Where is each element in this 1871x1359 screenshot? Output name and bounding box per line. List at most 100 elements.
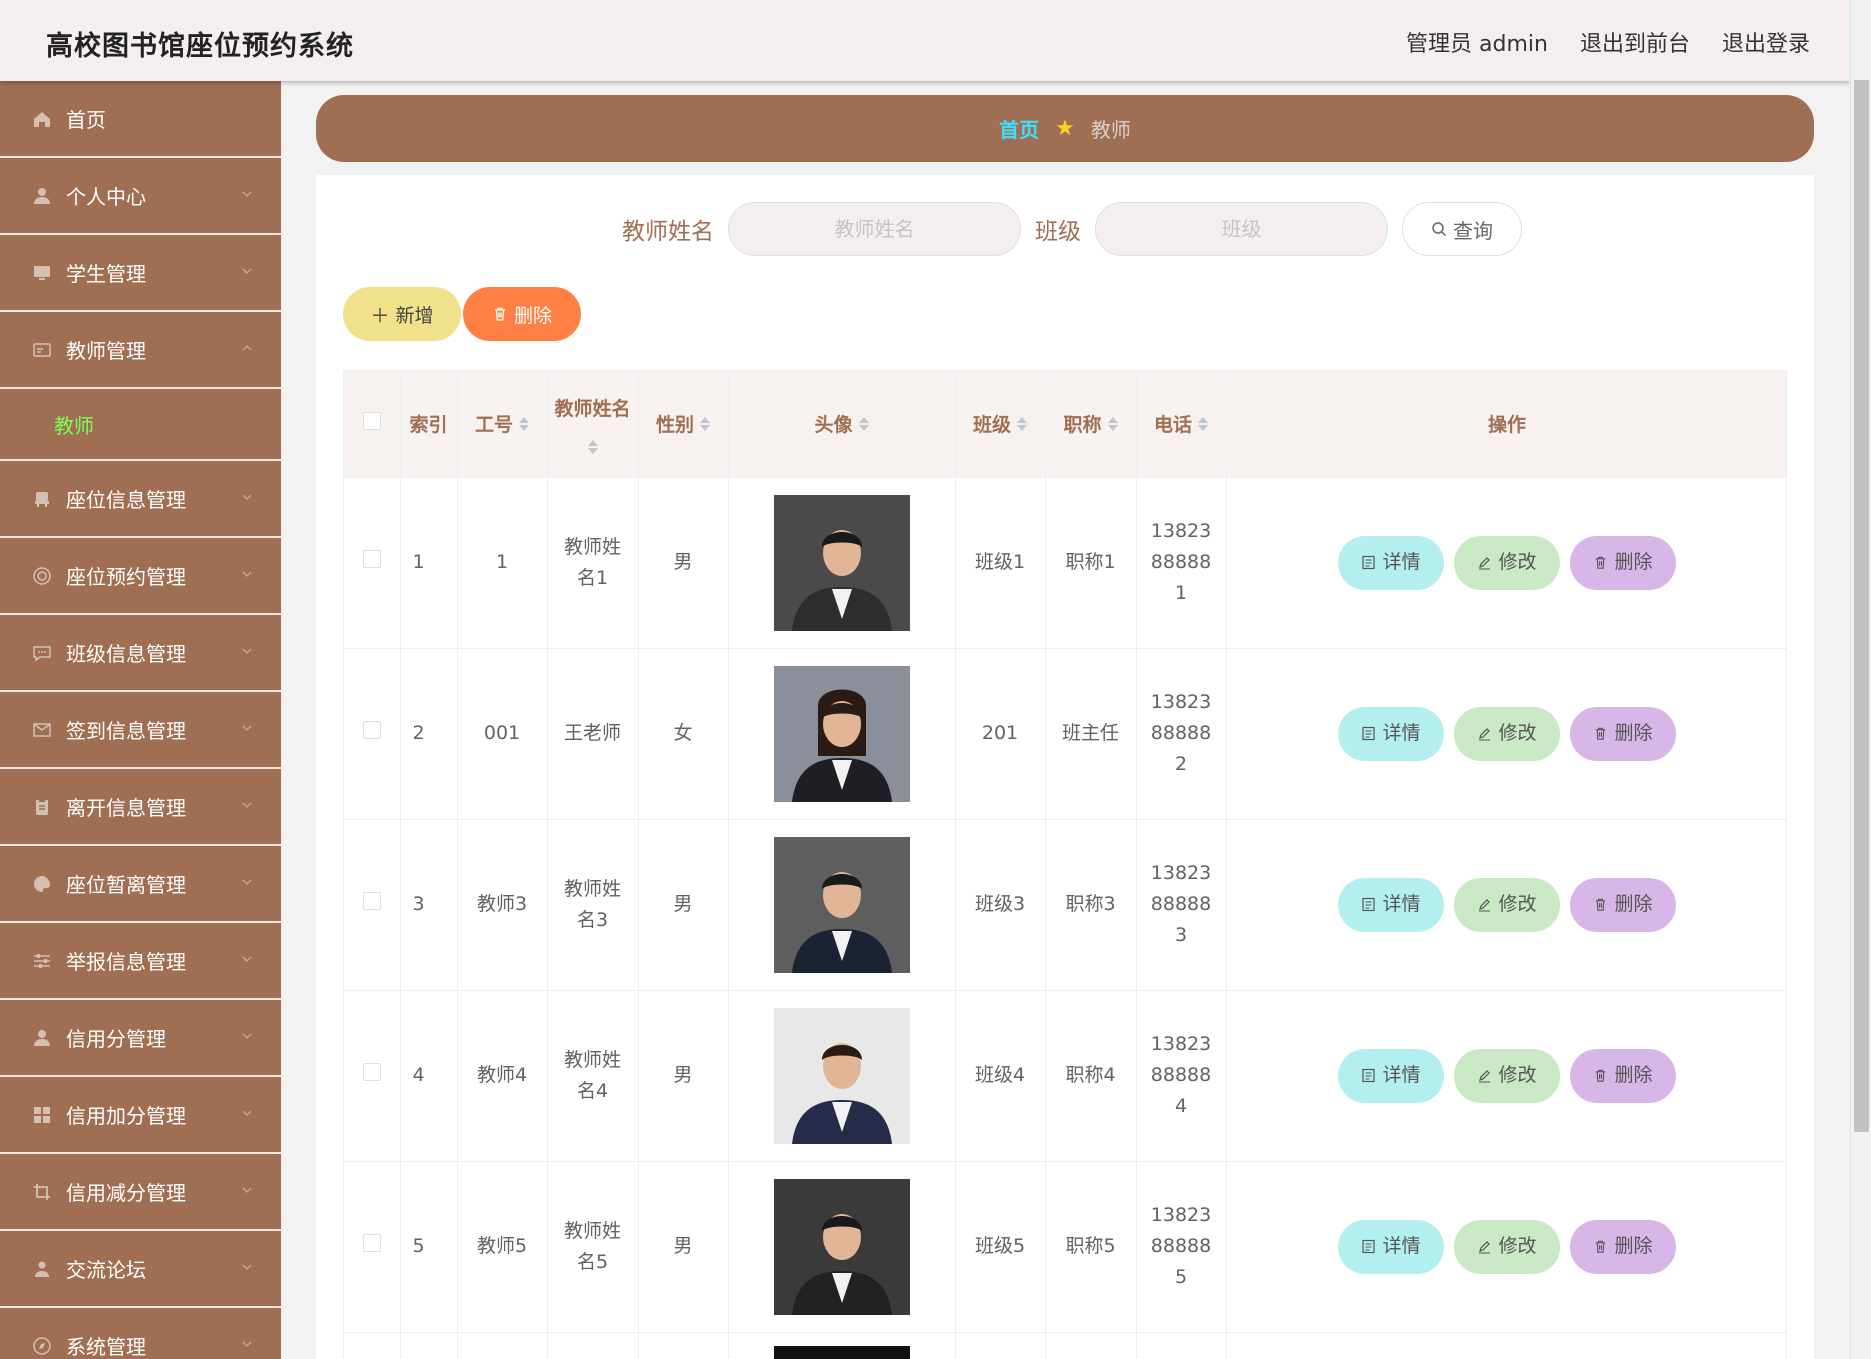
trash-icon bbox=[1596, 898, 1606, 911]
cell-avatar bbox=[728, 648, 956, 820]
delete-button[interactable]: 删除 bbox=[1570, 535, 1676, 590]
add-button-label: 新增 bbox=[395, 304, 434, 327]
sort-icon[interactable] bbox=[1017, 416, 1027, 431]
col-gender[interactable]: 性别 bbox=[638, 371, 729, 478]
avatar bbox=[728, 1332, 956, 1359]
cell-actions: 详情 修改 删除 bbox=[1226, 819, 1786, 991]
user-icon bbox=[32, 186, 52, 206]
sort-icon[interactable] bbox=[700, 416, 710, 431]
delete-button[interactable]: 删除 bbox=[1570, 706, 1676, 761]
sidebar-item-12[interactable]: 信用加分管理 bbox=[0, 1077, 281, 1154]
sidebar-item-14[interactable]: 交流论坛 bbox=[0, 1231, 281, 1308]
sliders-icon bbox=[32, 951, 52, 971]
class-input[interactable] bbox=[1095, 202, 1388, 256]
sidebar-item-0[interactable]: 首页 bbox=[0, 81, 281, 158]
row-select-cell bbox=[344, 648, 401, 820]
chevron-down-icon bbox=[242, 648, 252, 654]
row-checkbox[interactable] bbox=[362, 721, 381, 739]
cell-index: 1 bbox=[400, 477, 458, 649]
detail-button[interactable]: 详情 bbox=[1338, 535, 1444, 590]
sidebar-item-10[interactable]: 举报信息管理 bbox=[0, 923, 281, 1000]
delete-button[interactable]: 删除 bbox=[1570, 1048, 1676, 1103]
app-title: 高校图书馆座位预约系统 bbox=[46, 31, 354, 62]
header-nav: 管理员 admin 退出到前台 退出登录 bbox=[1406, 26, 1810, 58]
sidebar-item-9[interactable]: 座位暂离管理 bbox=[0, 846, 281, 923]
grid-icon bbox=[32, 1105, 52, 1125]
edit-button[interactable]: 修改 bbox=[1454, 1219, 1560, 1274]
content-panel: 教师姓名 班级 查询 ＋ 新增 删除 bbox=[316, 175, 1814, 1359]
sort-icon[interactable] bbox=[519, 416, 529, 431]
teacher-name-input[interactable] bbox=[728, 202, 1021, 256]
detail-button[interactable]: 详情 bbox=[1338, 706, 1444, 761]
row-checkbox[interactable] bbox=[362, 1063, 381, 1081]
avatar bbox=[773, 1178, 910, 1315]
sidebar-item-4[interactable]: 座位信息管理 bbox=[0, 461, 281, 538]
col-id[interactable]: 工号 bbox=[457, 371, 548, 478]
col-phone[interactable]: 电话 bbox=[1136, 371, 1227, 478]
sidebar-item-label: 交流论坛 bbox=[66, 1258, 146, 1282]
exit-to-front-link[interactable]: 退出到前台 bbox=[1580, 26, 1690, 58]
sidebar-item-5[interactable]: 座位预约管理 bbox=[0, 538, 281, 615]
breadcrumb-home[interactable]: 首页 bbox=[999, 114, 1039, 143]
chevron-down-icon bbox=[242, 956, 252, 962]
pencil-icon bbox=[1479, 728, 1491, 741]
sidebar-item-15[interactable]: 系统管理 bbox=[0, 1308, 281, 1359]
sort-icon[interactable] bbox=[858, 416, 869, 431]
sidebar-item-13[interactable]: 信用减分管理 bbox=[0, 1154, 281, 1231]
delete-button[interactable]: 删除 bbox=[1570, 877, 1676, 932]
col-avatar[interactable]: 头像 bbox=[728, 371, 956, 478]
table-row: 2 001 王老师女 201 班主任 13823888882 详情 修改 删除 bbox=[344, 648, 1786, 820]
batch-delete-label: 删除 bbox=[513, 304, 552, 327]
sidebar-item-6[interactable]: 班级信息管理 bbox=[0, 615, 281, 692]
select-all-checkbox[interactable] bbox=[362, 412, 381, 431]
cell-actions: 详情 修改 删除 bbox=[1226, 990, 1786, 1162]
sidebar-subitem-teacher[interactable]: 教师 bbox=[0, 389, 281, 461]
sidebar-item-2[interactable]: 学生管理 bbox=[0, 235, 281, 312]
edit-button[interactable]: 修改 bbox=[1454, 535, 1560, 590]
page-scrollbar[interactable] bbox=[1850, 0, 1871, 1359]
admin-user-link[interactable]: 管理员 admin bbox=[1406, 26, 1548, 58]
document-icon bbox=[1362, 726, 1376, 741]
col-title[interactable]: 职称 bbox=[1045, 371, 1137, 478]
avatar bbox=[773, 836, 910, 973]
logout-link[interactable]: 退出登录 bbox=[1722, 26, 1810, 58]
sort-icon[interactable] bbox=[1198, 416, 1208, 431]
cell-actions: 详情 修改 删除 bbox=[1226, 1161, 1786, 1333]
edit-button[interactable]: 修改 bbox=[1454, 706, 1560, 761]
table-header-row: 索引 工号 教师姓名 性别 头像 班级 职称 电话 操作 bbox=[344, 371, 1786, 478]
chevron-down-icon bbox=[242, 802, 252, 808]
sidebar-item-7[interactable]: 签到信息管理 bbox=[0, 692, 281, 769]
cell-phone: 13823888884 bbox=[1136, 990, 1227, 1162]
scrollbar-thumb[interactable] bbox=[1854, 80, 1869, 1132]
detail-button[interactable]: 详情 bbox=[1338, 877, 1444, 932]
row-select-cell bbox=[344, 1161, 401, 1333]
edit-button[interactable]: 修改 bbox=[1454, 877, 1560, 932]
detail-button[interactable]: 详情 bbox=[1338, 1219, 1444, 1274]
row-checkbox[interactable] bbox=[362, 1234, 381, 1252]
sidebar-item-1[interactable]: 个人中心 bbox=[0, 158, 281, 235]
col-class[interactable]: 班级 bbox=[955, 371, 1046, 478]
cell-name: 教师姓名4 bbox=[547, 990, 639, 1162]
target-icon bbox=[32, 566, 52, 586]
sidebar-item-label: 信用减分管理 bbox=[66, 1181, 186, 1205]
chevron-down-icon bbox=[242, 879, 252, 885]
sidebar-item-11[interactable]: 信用分管理 bbox=[0, 1000, 281, 1077]
cell-avatar bbox=[728, 819, 956, 991]
sidebar-item-label: 离开信息管理 bbox=[66, 796, 186, 820]
edit-button[interactable]: 修改 bbox=[1454, 1048, 1560, 1103]
sidebar-item-8[interactable]: 离开信息管理 bbox=[0, 769, 281, 846]
trash-icon bbox=[494, 307, 505, 321]
teacher-table: 索引 工号 教师姓名 性别 头像 班级 职称 电话 操作 1 1 教师姓名1 男班级1… bbox=[343, 370, 1787, 1359]
detail-button[interactable]: 详情 bbox=[1338, 1048, 1444, 1103]
query-button[interactable]: 查询 bbox=[1402, 202, 1522, 256]
batch-delete-button[interactable]: 删除 bbox=[463, 287, 581, 341]
col-name[interactable]: 教师姓名 bbox=[547, 371, 639, 478]
add-button[interactable]: ＋ 新增 bbox=[343, 287, 461, 341]
breadcrumb: 首页 ★ 教师 bbox=[316, 95, 1814, 162]
sidebar-item-3[interactable]: 教师管理 bbox=[0, 312, 281, 389]
row-checkbox[interactable] bbox=[362, 892, 381, 910]
sort-icon[interactable] bbox=[1107, 416, 1118, 431]
sort-icon[interactable] bbox=[587, 439, 598, 454]
delete-button[interactable]: 删除 bbox=[1570, 1219, 1676, 1274]
row-checkbox[interactable] bbox=[362, 550, 381, 568]
